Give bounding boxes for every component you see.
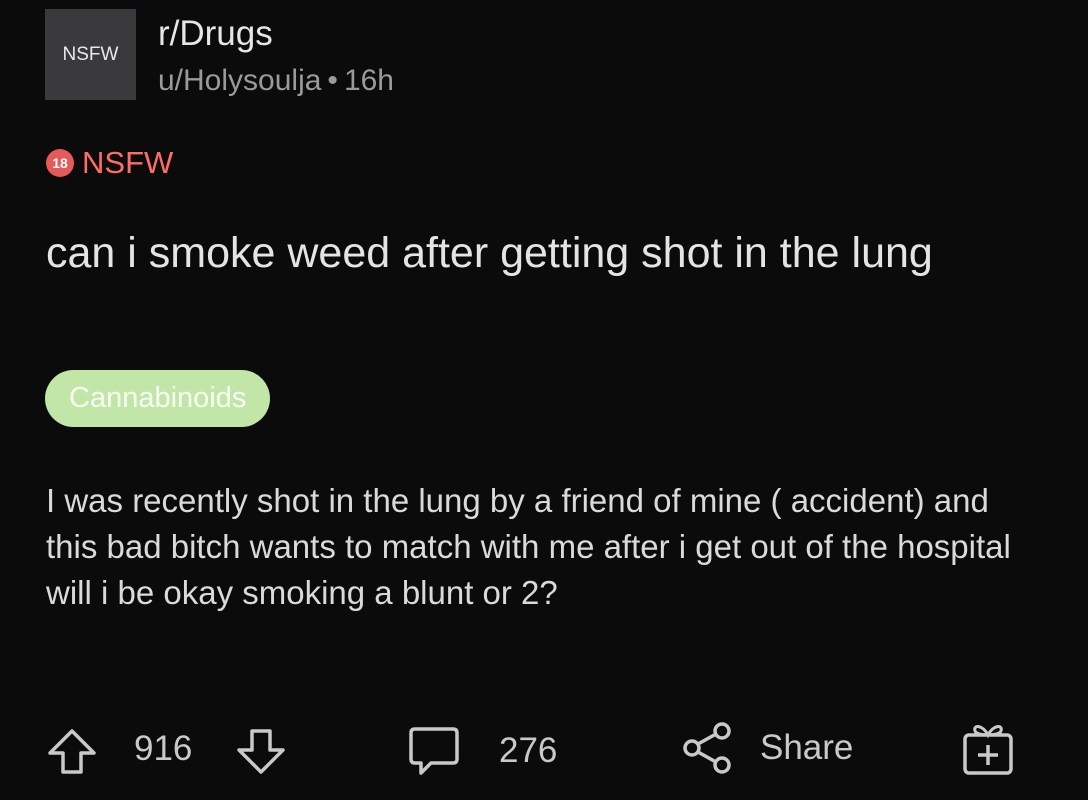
meta-separator: • (327, 64, 338, 97)
post-header: NSFW r/Drugs u/Holysoulja • 16h (45, 9, 394, 101)
post-body: I was recently shot in the lung by a fri… (46, 482, 1011, 611)
upvote-button[interactable] (46, 727, 98, 775)
downvote-button[interactable] (235, 727, 287, 775)
post-header-text: r/Drugs u/Holysoulja • 16h (158, 15, 394, 98)
upvote-icon[interactable] (46, 727, 98, 775)
vote-count: 916 (134, 729, 193, 768)
comments-button[interactable]: 276 (407, 725, 557, 777)
comment-icon (409, 727, 459, 775)
subreddit-avatar[interactable]: NSFW (45, 9, 136, 100)
downvote-icon[interactable] (235, 727, 287, 775)
share-label: Share (760, 728, 854, 767)
award-icon (963, 725, 1013, 775)
share-icon (683, 722, 731, 774)
nsfw-label: NSFW (82, 145, 174, 180)
share-button[interactable]: Share (682, 721, 853, 775)
subreddit-name[interactable]: r/Drugs (158, 15, 394, 53)
nsfw-18-icon: 18 (46, 149, 74, 177)
award-button[interactable] (961, 721, 1015, 777)
post-flair[interactable]: Cannabinoids (45, 370, 271, 427)
author-link[interactable]: u/Holysoulja (158, 64, 321, 97)
nsfw-tag: 18 NSFW (46, 146, 173, 180)
post-action-bar: 916 276 Share (0, 715, 1088, 785)
post-title[interactable]: can i smoke weed after getting shot in t… (46, 226, 1036, 280)
post-meta: u/Holysoulja • 16h (158, 64, 394, 98)
comment-count: 276 (499, 731, 558, 770)
post-age: 16h (343, 64, 394, 97)
